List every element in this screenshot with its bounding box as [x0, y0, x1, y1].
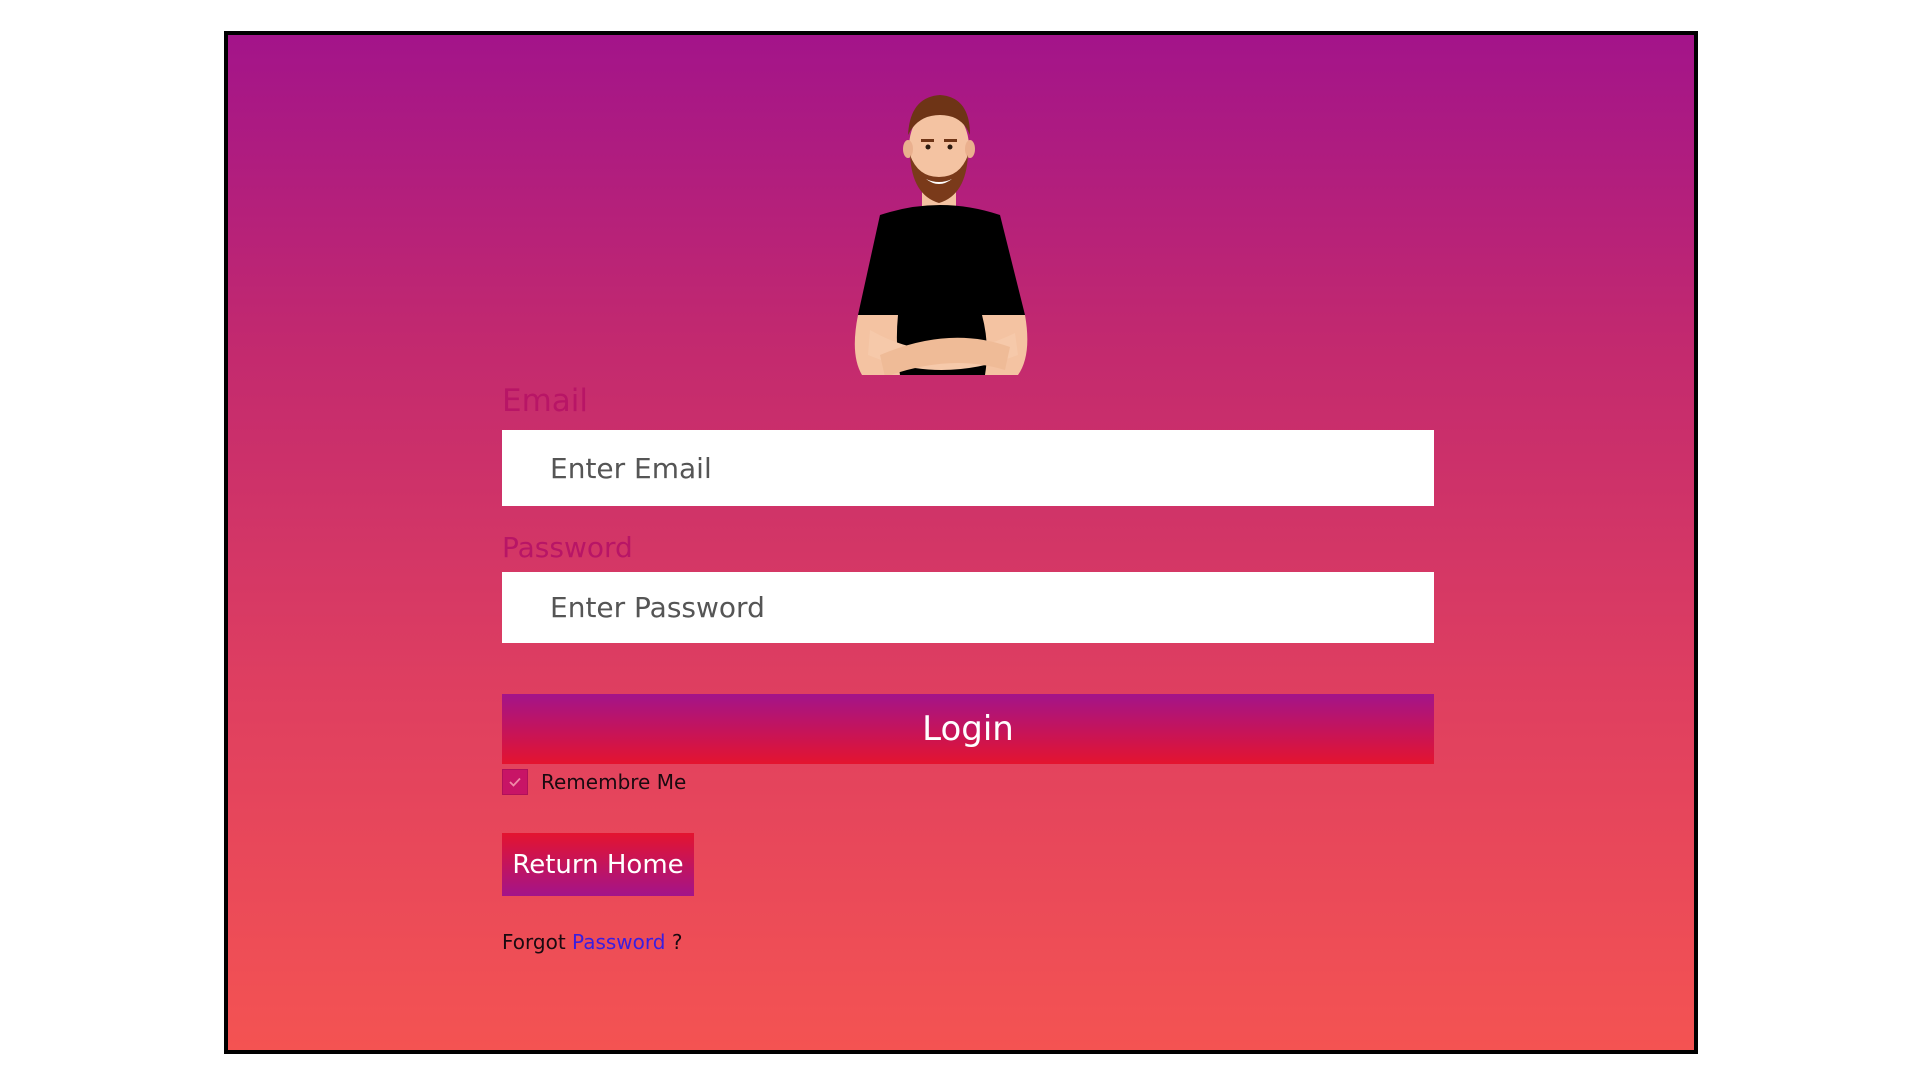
password-input[interactable]: [502, 572, 1434, 643]
remember-me-label: Remembre Me: [541, 770, 687, 794]
email-input[interactable]: [502, 430, 1434, 506]
email-label: Email: [502, 383, 589, 419]
remember-me[interactable]: Remembre Me: [502, 768, 686, 796]
forgot-password-text: Forgot Password ?: [502, 930, 682, 954]
forgot-suffix: ?: [671, 930, 683, 954]
user-avatar-icon: [854, 95, 1028, 375]
return-home-button[interactable]: Return Home: [502, 833, 694, 896]
forgot-prefix: Forgot: [502, 930, 566, 954]
login-card: Email Password Login Remembre Me Return …: [224, 31, 1698, 1054]
checkmark-icon: [509, 777, 521, 787]
password-label: Password: [502, 531, 633, 564]
login-button[interactable]: Login: [502, 694, 1434, 764]
forgot-password-link[interactable]: Password: [572, 930, 665, 954]
remember-me-checkbox[interactable]: [502, 769, 528, 795]
